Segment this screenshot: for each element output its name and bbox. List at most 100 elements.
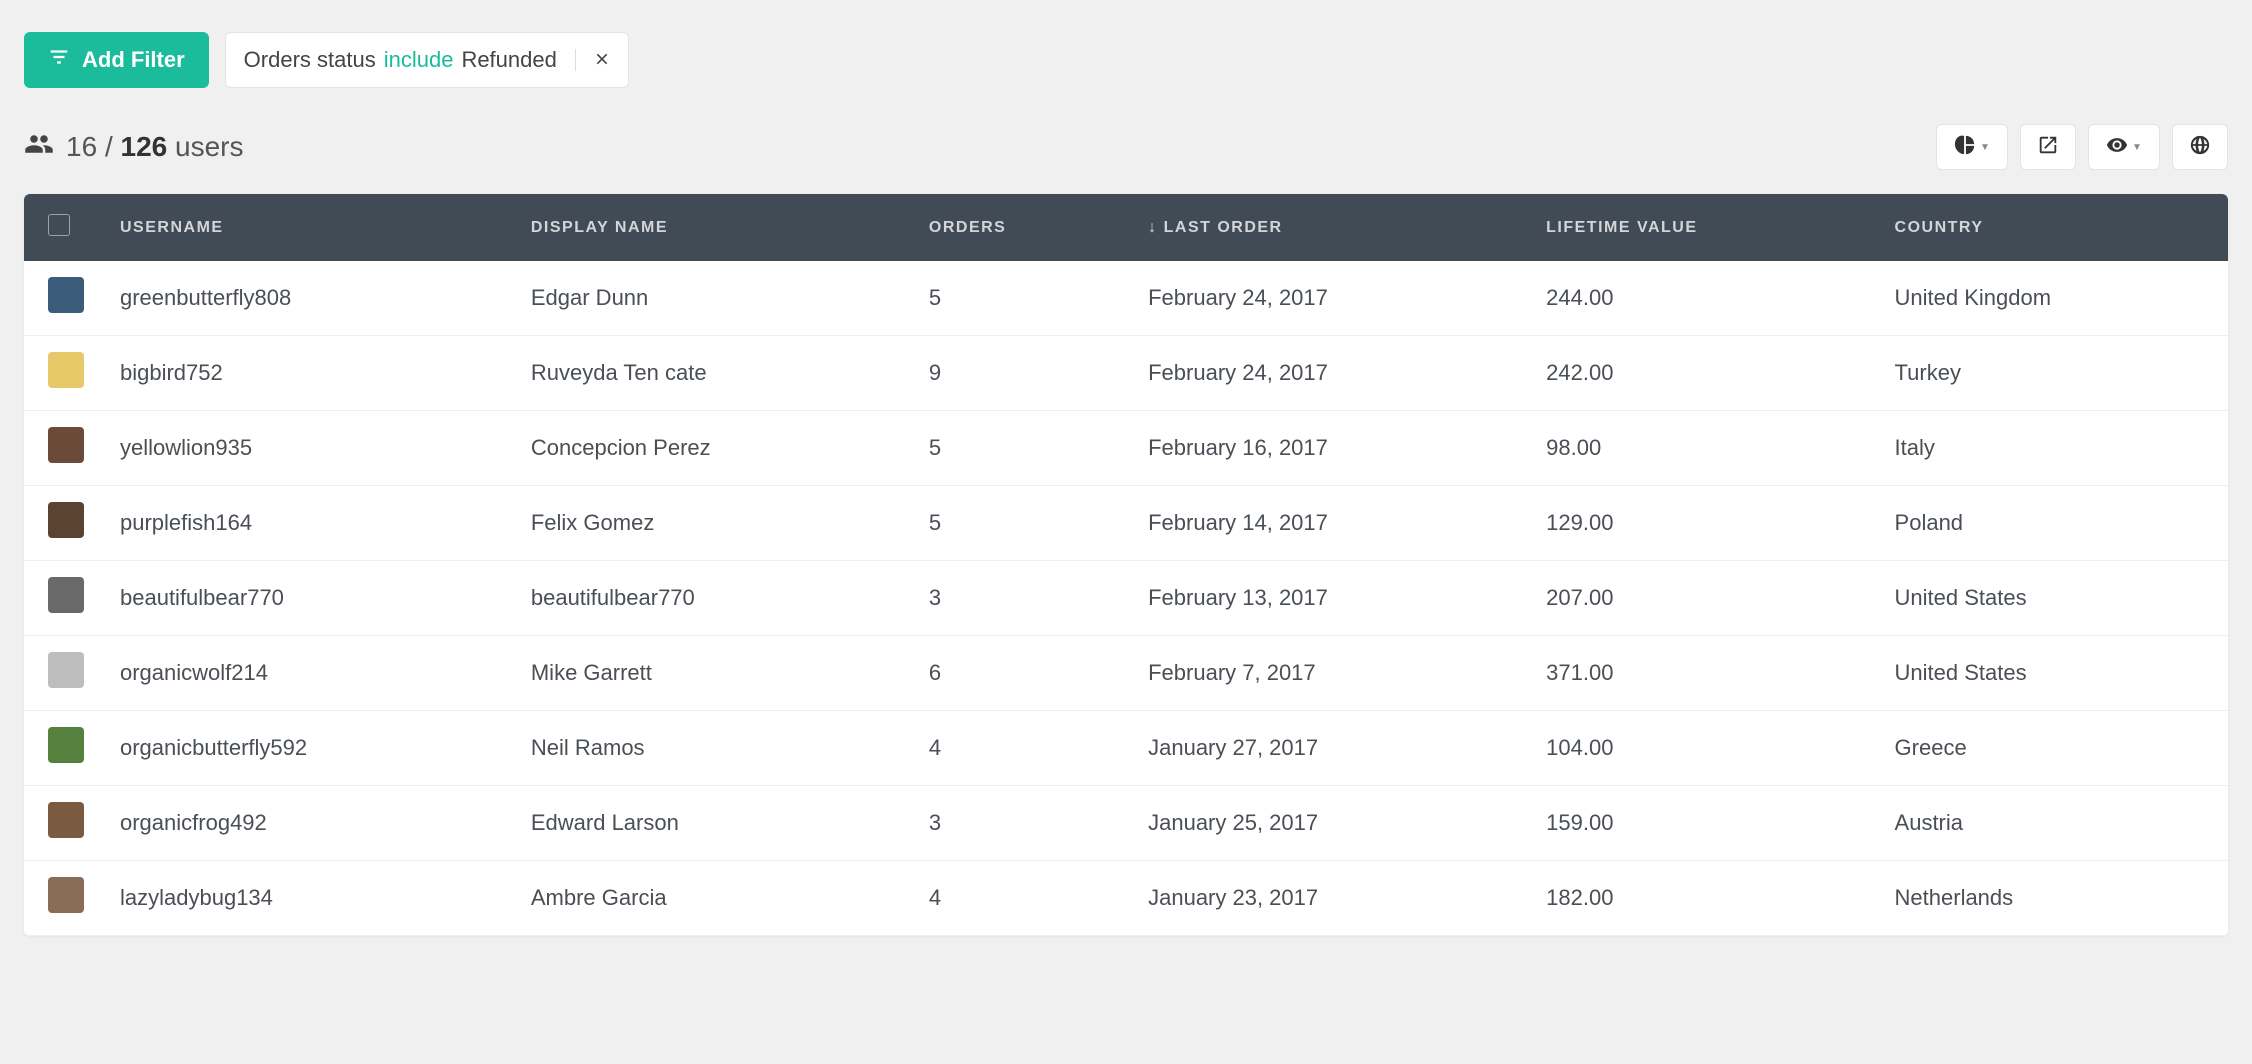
chart-view-button[interactable]: ▼ [1936,124,2008,170]
column-last-order-label: LAST ORDER [1164,219,1283,236]
globe-icon [2189,134,2211,161]
cell-last-order: February 14, 2017 [1124,486,1522,561]
table-row[interactable]: greenbutterfly808 Edgar Dunn 5 February … [24,261,2228,336]
avatar-cell [24,561,96,636]
column-username[interactable]: USERNAME [96,194,507,261]
avatar-cell [24,786,96,861]
pie-chart-icon [1954,134,1976,161]
eye-icon [2106,134,2128,161]
table-row[interactable]: lazyladybug134 Ambre Garcia 4 January 23… [24,861,2228,936]
cell-username: lazyladybug134 [96,861,507,936]
add-filter-button[interactable]: Add Filter [24,32,209,88]
cell-orders: 4 [905,711,1124,786]
chevron-down-icon: ▼ [1980,142,1990,153]
cell-country: Poland [1871,486,2228,561]
cell-display-name: Mike Garrett [507,636,905,711]
cell-username: greenbutterfly808 [96,261,507,336]
table-row[interactable]: organicfrog492 Edward Larson 3 January 2… [24,786,2228,861]
cell-orders: 4 [905,861,1124,936]
avatar-cell [24,711,96,786]
cell-display-name: Neil Ramos [507,711,905,786]
table-actions: ▼ ▼ [1936,124,2228,170]
remove-filter-button[interactable] [594,47,610,73]
filter-chip-field: Orders status [244,47,376,73]
cell-display-name: Ambre Garcia [507,861,905,936]
column-orders[interactable]: ORDERS [905,194,1124,261]
active-filter-chip[interactable]: Orders status include Refunded [225,32,629,88]
cell-display-name: Concepcion Perez [507,411,905,486]
cell-country: United States [1871,561,2228,636]
table-row[interactable]: purplefish164 Felix Gomez 5 February 14,… [24,486,2228,561]
table-header-row: USERNAME DISPLAY NAME ORDERS ↓LAST ORDER… [24,194,2228,261]
total-count: 126 [121,131,168,162]
filter-chip-operator: include [384,47,454,73]
avatar [48,427,84,463]
cell-display-name: Edgar Dunn [507,261,905,336]
cell-orders: 5 [905,261,1124,336]
cell-lifetime-value: 242.00 [1522,336,1870,411]
avatar-cell [24,861,96,936]
checkbox-icon [48,214,70,236]
cell-last-order: February 24, 2017 [1124,336,1522,411]
filter-chip-value: Refunded [461,47,556,73]
cell-username: organicwolf214 [96,636,507,711]
cell-username: organicbutterfly592 [96,711,507,786]
avatar [48,502,84,538]
table-row[interactable]: yellowlion935 Concepcion Perez 5 Februar… [24,411,2228,486]
avatar-cell [24,261,96,336]
cell-lifetime-value: 129.00 [1522,486,1870,561]
table-row[interactable]: organicbutterfly592 Neil Ramos 4 January… [24,711,2228,786]
avatar-cell [24,336,96,411]
filter-toolbar: Add Filter Orders status include Refunde… [24,32,2228,88]
cell-orders: 6 [905,636,1124,711]
cell-lifetime-value: 371.00 [1522,636,1870,711]
cell-display-name: Ruveyda Ten cate [507,336,905,411]
cell-lifetime-value: 182.00 [1522,861,1870,936]
export-button[interactable] [2020,124,2076,170]
cell-orders: 5 [905,411,1124,486]
users-icon [24,129,54,166]
avatar [48,577,84,613]
cell-username: organicfrog492 [96,786,507,861]
cell-country: Netherlands [1871,861,2228,936]
table-row[interactable]: organicwolf214 Mike Garrett 6 February 7… [24,636,2228,711]
cell-country: Turkey [1871,336,2228,411]
cell-last-order: January 25, 2017 [1124,786,1522,861]
users-table: USERNAME DISPLAY NAME ORDERS ↓LAST ORDER… [24,194,2228,936]
filtered-count: 16 [66,131,97,162]
column-lifetime-value[interactable]: LIFETIME VALUE [1522,194,1870,261]
avatar-cell [24,411,96,486]
filter-icon [48,46,70,74]
summary-row: 16 / 126 users ▼ ▼ [24,124,2228,170]
avatar-cell [24,636,96,711]
table-row[interactable]: beautifulbear770 beautifulbear770 3 Febr… [24,561,2228,636]
avatar [48,277,84,313]
cell-display-name: Felix Gomez [507,486,905,561]
visibility-button[interactable]: ▼ [2088,124,2160,170]
cell-last-order: January 23, 2017 [1124,861,1522,936]
cell-lifetime-value: 244.00 [1522,261,1870,336]
export-icon [2037,134,2059,161]
avatar [48,727,84,763]
avatar [48,652,84,688]
cell-last-order: February 24, 2017 [1124,261,1522,336]
cell-country: United States [1871,636,2228,711]
cell-username: purplefish164 [96,486,507,561]
chevron-down-icon: ▼ [2132,142,2142,153]
cell-country: United Kingdom [1871,261,2228,336]
cell-username: beautifulbear770 [96,561,507,636]
cell-lifetime-value: 98.00 [1522,411,1870,486]
table-row[interactable]: bigbird752 Ruveyda Ten cate 9 February 2… [24,336,2228,411]
column-country[interactable]: COUNTRY [1871,194,2228,261]
column-display-name[interactable]: DISPLAY NAME [507,194,905,261]
cell-country: Greece [1871,711,2228,786]
cell-last-order: February 13, 2017 [1124,561,1522,636]
avatar [48,877,84,913]
cell-lifetime-value: 207.00 [1522,561,1870,636]
column-last-order[interactable]: ↓LAST ORDER [1124,194,1522,261]
add-filter-label: Add Filter [82,47,185,73]
cell-orders: 5 [905,486,1124,561]
select-all-header[interactable] [24,194,96,261]
globe-button[interactable] [2172,124,2228,170]
avatar [48,802,84,838]
